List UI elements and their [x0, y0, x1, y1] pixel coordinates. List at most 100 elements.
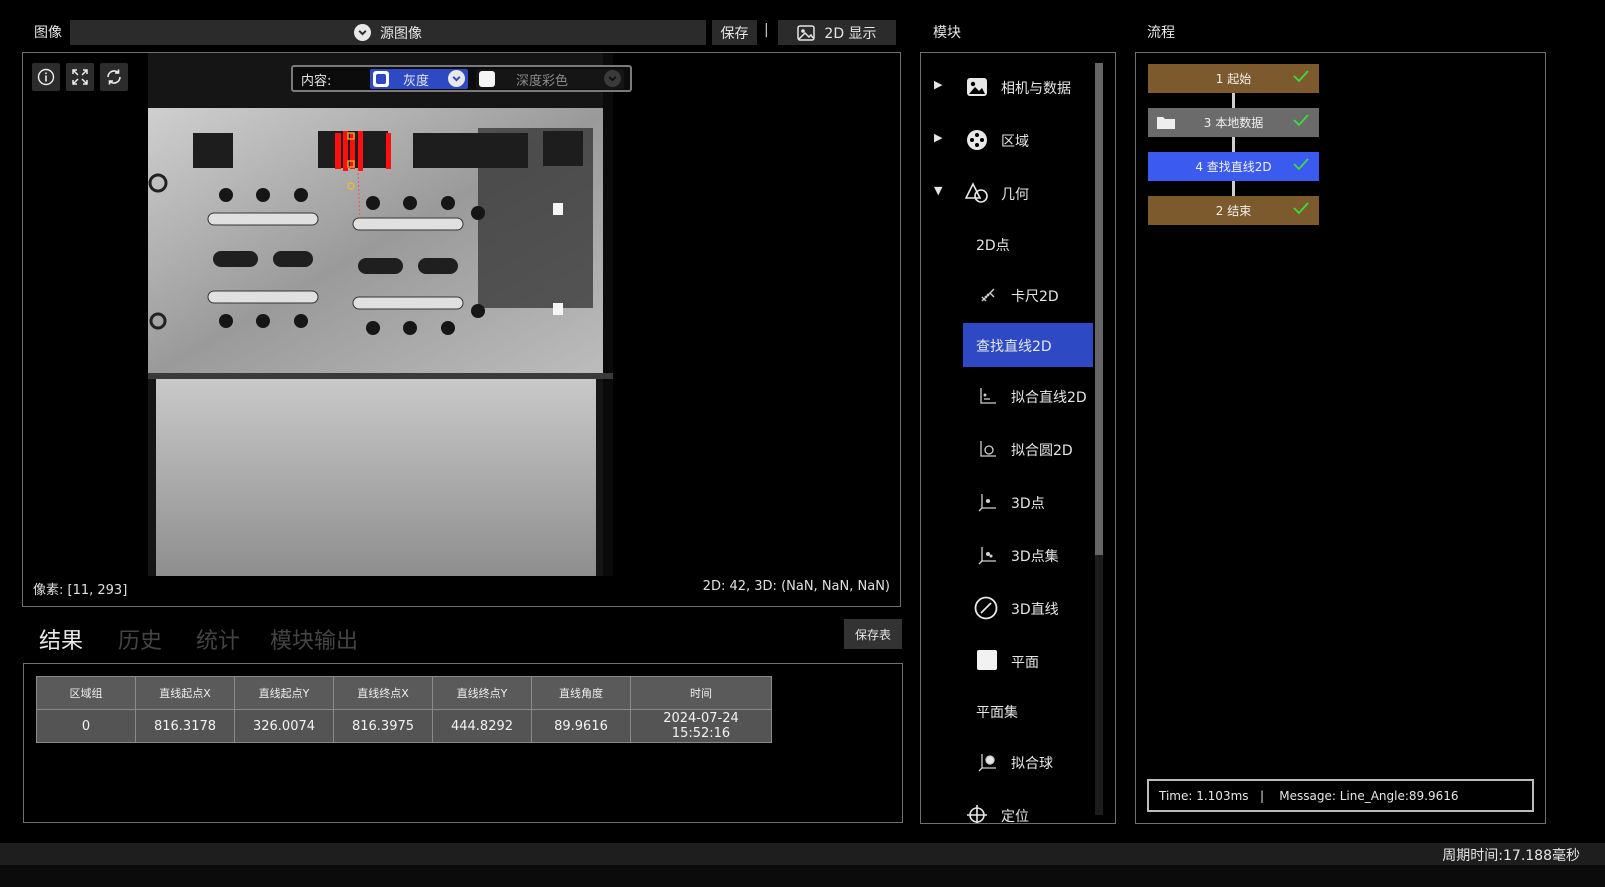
flow-status-message: Time: 1.103ms | Message: Line_Angle:89.9… [1147, 779, 1534, 812]
column-header[interactable]: 直线角度 [531, 676, 631, 710]
expand-arrow-icon[interactable]: ▶ [934, 131, 942, 144]
flow-canvas[interactable]: 1 起始 3 本地数据 4 查找直线2D 2 结束 Time: 1.103ms … [1135, 52, 1546, 824]
table-cell: 89.9616 [531, 709, 631, 743]
folder-icon [1157, 117, 1175, 129]
depth-color-label: 深度彩色 [516, 74, 569, 89]
table-cell: 816.3178 [135, 709, 235, 743]
module-item-2d-point[interactable]: 2D点 [921, 218, 1101, 270]
flow-node-local-data[interactable]: 3 本地数据 [1148, 108, 1319, 137]
flow-panel-title: 流程 [1147, 25, 1175, 41]
flow-node-label: 4 查找直线2D [1195, 160, 1272, 174]
table-row[interactable]: 0 816.3178 326.0074 816.3975 444.8292 89… [36, 709, 772, 743]
gray-mode-checkbox[interactable] [373, 71, 389, 87]
flow-node-label: 1 起始 [1215, 72, 1252, 86]
info-icon [37, 68, 55, 86]
module-label: 区域 [1001, 134, 1029, 150]
expand-arrow-icon[interactable]: ▶ [934, 78, 942, 91]
module-item-plane[interactable]: 平面 [921, 635, 1101, 687]
image-viewer[interactable]: 内容: 灰度 深度彩色 像素: [11, 293] 2D: 42, 3D: (N… [22, 52, 901, 607]
table-header-row: 区域组 直线起点X 直线起点Y 直线终点X 直线终点Y 直线角度 时间 [36, 676, 772, 710]
module-category-locate[interactable]: 定位 [921, 789, 1101, 824]
chevron-down-icon[interactable] [604, 70, 621, 87]
flow-node-label: 2 结束 [1215, 204, 1252, 218]
point-3d-icon [976, 490, 1000, 514]
source-image-label: 源图像 [380, 25, 422, 42]
fit-sphere-icon [976, 750, 1000, 774]
region-icon [965, 128, 989, 152]
tab-module-output[interactable]: 模块输出 [270, 623, 358, 655]
camera-image[interactable] [148, 53, 613, 576]
flow-connector [1232, 137, 1235, 152]
check-icon [1293, 70, 1309, 83]
geometry-icon [965, 181, 989, 205]
content-label: 内容: [301, 74, 332, 89]
chevron-down-icon [354, 24, 371, 41]
module-item-plane-set[interactable]: 平面集 [921, 685, 1101, 737]
display-2d-button[interactable]: 2D 显示 [778, 20, 896, 45]
value-readout: 2D: 42, 3D: (NaN, NaN, NaN) [702, 579, 890, 594]
module-label: 几何 [1001, 187, 1029, 203]
expand-icon [72, 69, 88, 85]
refresh-icon [107, 69, 121, 85]
column-header[interactable]: 直线起点Y [234, 676, 334, 710]
flow-connector [1232, 181, 1235, 196]
module-item-caliper-2d[interactable]: 卡尺2D [921, 269, 1101, 321]
image-panel-title: 图像 [34, 25, 62, 41]
cycle-time: 周期时间:17.188毫秒 [1442, 848, 1580, 864]
gray-mode-option[interactable]: 灰度 [370, 69, 468, 89]
module-category-geometry[interactable]: ▼ 几何 [921, 167, 1101, 219]
module-tree: ▶ 相机与数据 ▶ 区域 ▼ 几何 2D点 卡尺2D 查找直线2D 拟合直线2D… [920, 52, 1116, 824]
depth-color-checkbox[interactable] [479, 71, 495, 87]
tab-results[interactable]: 结果 [39, 623, 83, 655]
column-header[interactable]: 区域组 [36, 676, 136, 710]
fit-line-icon [976, 384, 1000, 408]
locate-icon [965, 803, 989, 823]
source-image-select[interactable]: 源图像 [70, 20, 706, 45]
image-icon [797, 24, 816, 41]
module-label: 拟合圆2D [1011, 443, 1073, 459]
column-header[interactable]: 时间 [630, 676, 772, 710]
module-label: 2D点 [976, 238, 1010, 254]
module-item-fit-circle-2d[interactable]: 拟合圆2D [921, 423, 1101, 475]
module-label: 定位 [1001, 809, 1029, 824]
module-item-3d-line[interactable]: 3D直线 [921, 582, 1101, 634]
module-label: 拟合直线2D [1011, 390, 1087, 406]
tab-statistics[interactable]: 统计 [196, 623, 240, 655]
refresh-button[interactable] [100, 63, 128, 91]
flow-node-find-line-2d[interactable]: 4 查找直线2D [1148, 152, 1319, 181]
caliper-icon [976, 283, 1000, 307]
info-button[interactable] [32, 63, 60, 91]
point-set-3d-icon [976, 543, 1000, 567]
column-header[interactable]: 直线终点X [333, 676, 433, 710]
status-bar: 周期时间:17.188毫秒 [0, 843, 1605, 887]
module-item-fit-sphere[interactable]: 拟合球 [921, 736, 1101, 788]
collapse-arrow-icon[interactable]: ▼ [934, 184, 942, 197]
module-item-find-line-2d[interactable]: 查找直线2D [963, 323, 1093, 367]
tab-history[interactable]: 历史 [118, 623, 162, 655]
module-item-3d-point-set[interactable]: 3D点集 [921, 529, 1101, 581]
module-item-3d-point[interactable]: 3D点 [921, 476, 1101, 528]
module-category-camera-data[interactable]: ▶ 相机与数据 [921, 61, 1101, 113]
check-icon [1293, 202, 1309, 215]
chevron-down-icon[interactable] [448, 70, 465, 87]
depth-color-option[interactable]: 深度彩色 [476, 69, 624, 89]
gray-mode-label: 灰度 [403, 74, 430, 89]
content-mode-control: 内容: 灰度 深度彩色 [291, 65, 632, 92]
module-item-fit-line-2d[interactable]: 拟合直线2D [921, 370, 1101, 422]
table-cell: 816.3975 [333, 709, 433, 743]
module-label: 3D点集 [1011, 549, 1059, 565]
flow-node-end[interactable]: 2 结束 [1148, 196, 1319, 225]
results-table-panel: 区域组 直线起点X 直线起点Y 直线终点X 直线终点Y 直线角度 时间 0 81… [23, 663, 903, 823]
save-image-button[interactable]: 保存 [712, 20, 757, 45]
results-table: 区域组 直线起点X 直线起点Y 直线终点X 直线终点Y 直线角度 时间 0 81… [36, 676, 772, 743]
save-table-button[interactable]: 保存表 [844, 619, 902, 649]
flow-node-start[interactable]: 1 起始 [1148, 64, 1319, 93]
fullscreen-button[interactable] [66, 63, 94, 91]
line-3d-icon [974, 596, 998, 620]
column-header[interactable]: 直线起点X [135, 676, 235, 710]
module-category-region[interactable]: ▶ 区域 [921, 114, 1101, 166]
module-label: 拟合球 [1011, 756, 1053, 772]
check-icon [1293, 114, 1309, 127]
plane-icon [977, 650, 997, 670]
column-header[interactable]: 直线终点Y [432, 676, 532, 710]
